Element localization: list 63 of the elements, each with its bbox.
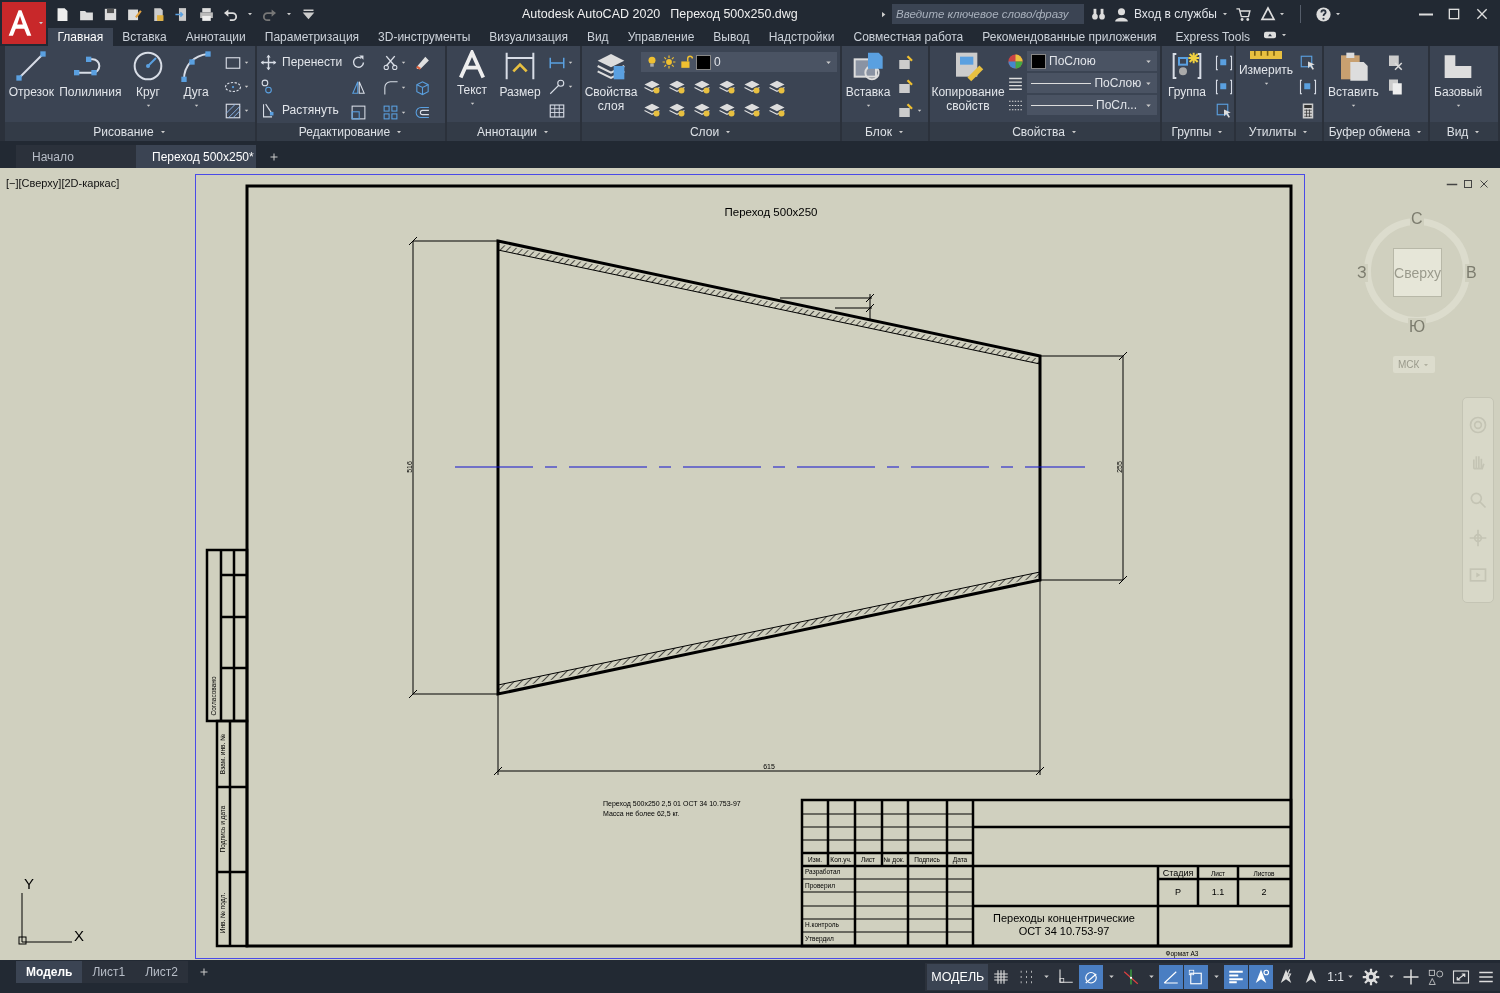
drawing-name: ОСТ 34 10.753-97 [1018, 925, 1110, 937]
tool-button[interactable]: Вставка [845, 50, 891, 109]
ribbon-tab[interactable]: Параметризация [255, 28, 369, 46]
property-dropdown[interactable]: ПоСл... [1027, 95, 1157, 115]
tool-button[interactable]: Вставить [1327, 50, 1380, 109]
move-button[interactable]: Перенести [260, 52, 343, 72]
panel-title[interactable]: Аннотации [447, 122, 580, 141]
ribbon-tab[interactable]: Аннотации [176, 28, 256, 46]
tool-button[interactable]: Свойства слоя [585, 50, 637, 113]
panel-title[interactable]: Редактирование [257, 123, 445, 141]
tool-button[interactable]: Полилиния [58, 50, 122, 99]
ribbon-tab[interactable]: Визуализация [479, 28, 578, 46]
panel-title[interactable]: Вид [1430, 122, 1498, 141]
ribbon-tab[interactable]: Express Tools [1166, 28, 1260, 46]
layout-tab[interactable]: Лист2 [135, 960, 188, 983]
title-block-value: 1.1 [1211, 887, 1225, 897]
panel-title[interactable]: Буфер обмена [1324, 122, 1428, 141]
property-dropdown[interactable]: ПоСлою [1027, 73, 1157, 93]
tool-button[interactable]: Круг [126, 50, 170, 109]
document-tab[interactable]: Начало [16, 145, 136, 168]
ribbon-tab[interactable]: Вставка [112, 28, 177, 46]
drawing-title: Переход 500x250 [724, 206, 818, 218]
panel-title[interactable]: Свойства [930, 122, 1160, 141]
stretch-button[interactable]: Растянуть [260, 100, 343, 120]
tool-button[interactable]: Базовый [1433, 50, 1484, 109]
panel-title[interactable]: Слои [582, 122, 840, 141]
ribbon-tab[interactable]: Вид [577, 28, 619, 46]
panel-title[interactable]: Блок [842, 122, 928, 141]
panel-title[interactable]: Утилиты [1236, 122, 1322, 141]
search-field[interactable]: Введите ключевое слово/фразу [892, 4, 1084, 24]
viewport-label[interactable]: [−][Сверху][2D-каркас] [6, 177, 120, 189]
layer-dropdown[interactable]: 0 [641, 52, 837, 72]
title-block-value: Р [1175, 887, 1181, 897]
sign-in-button[interactable]: Вход в службы [1113, 5, 1229, 23]
annotation-scale-dropdown[interactable]: 1:1 [1324, 964, 1358, 989]
ribbon-tab[interactable]: Рекомендованные приложения [972, 28, 1167, 46]
tool-button[interactable]: Измерить [1239, 50, 1293, 87]
tool-button[interactable]: Группа [1165, 50, 1209, 99]
drawing-name: Переходы концентрические [993, 912, 1135, 924]
tool-button[interactable]: Дуга [174, 50, 218, 109]
file-name: Переход 500x250.dwg [670, 7, 798, 21]
layout-tab[interactable]: Лист1 [82, 960, 136, 983]
tool-button[interactable]: Копирование свойств [933, 50, 1003, 113]
ribbon-tab[interactable]: Вывод [703, 28, 760, 46]
layout-tab[interactable]: Модель [16, 960, 83, 983]
model-space-button[interactable]: МОДЕЛЬ [927, 963, 989, 990]
tool-button[interactable]: Текст [450, 50, 494, 107]
ribbon-tab[interactable]: Главная [48, 28, 113, 46]
document-tab[interactable]: Переход 500x250* [136, 145, 256, 168]
ribbon-tab[interactable]: 3D-инструменты [368, 28, 480, 46]
ribbon-tab[interactable]: Надстройки [759, 28, 844, 46]
tool-button[interactable]: Отрезок [8, 50, 55, 99]
panel-title[interactable]: Рисование [5, 122, 255, 141]
tool-button[interactable]: Размер [498, 50, 542, 99]
title-block-label: Стадия [1162, 868, 1194, 878]
property-dropdown[interactable]: ПоСлою [1027, 51, 1157, 71]
app-title: Autodesk AutoCAD 2020 [522, 7, 661, 21]
panel-title[interactable]: Группы [1162, 122, 1234, 141]
axis-label: X [74, 927, 84, 944]
title-block-value: 2 [1261, 887, 1267, 897]
ribbon-tab[interactable]: Совместная работа [843, 28, 973, 46]
axis-label: Y [24, 875, 34, 892]
ribbon-tab[interactable]: Управление [618, 28, 704, 46]
